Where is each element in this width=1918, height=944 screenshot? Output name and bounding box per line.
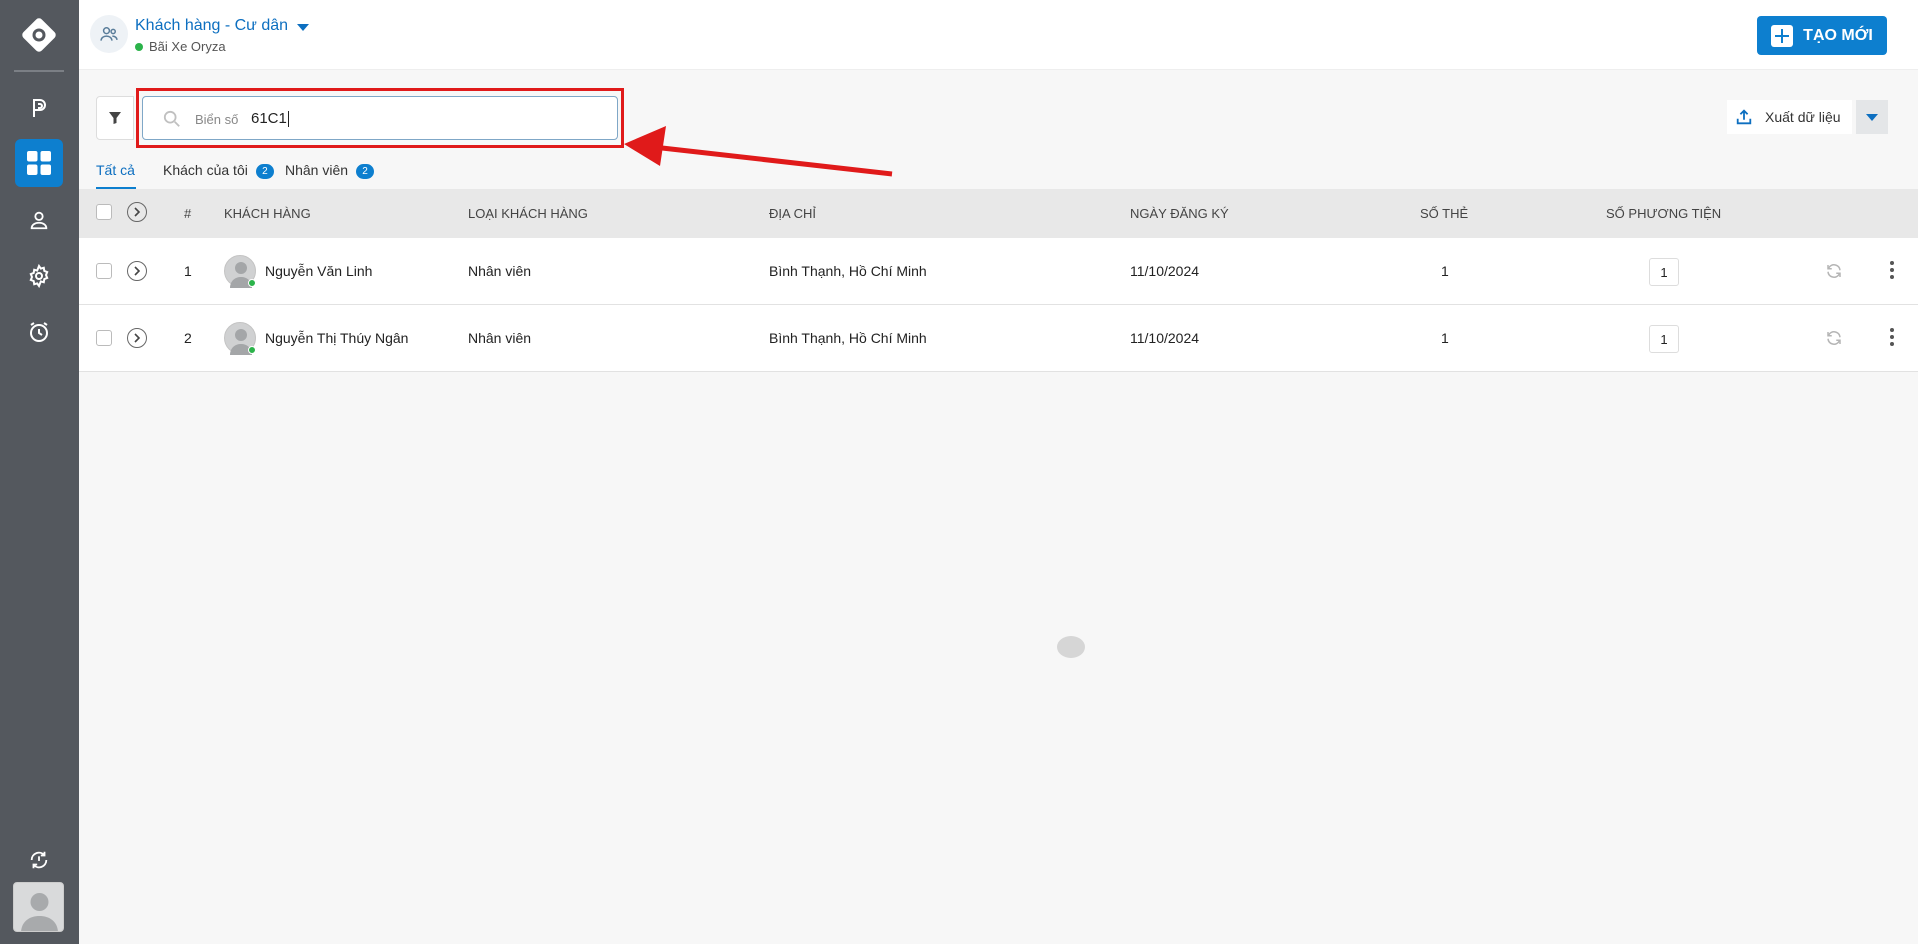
sidebar [0,0,79,944]
customer-name[interactable]: Nguyễn Thị Thúy Ngân [265,330,408,346]
column-header-register-date[interactable]: NGÀY ĐĂNG KÝ [1130,206,1229,221]
row-expand-button[interactable] [127,328,147,348]
column-header-customer-type[interactable]: LOẠI KHÁCH HÀNG [468,206,588,221]
export-data-button[interactable]: Xuất dữ liệu [1727,100,1852,134]
tab-employees[interactable]: Nhân viên 2 [285,160,385,190]
sidebar-item-history[interactable] [15,308,63,356]
sidebar-item-users[interactable] [15,196,63,244]
sidebar-item-sync[interactable] [15,836,63,884]
customer-type: Nhân viên [468,263,532,279]
caret-down-icon [1866,113,1878,121]
filter-icon [109,112,121,124]
tab-all[interactable]: Tất cả [96,160,136,190]
table-row[interactable]: 1 Nguyễn Văn Linh Nhân viên Bình Thạnh, … [79,238,1918,305]
expand-all-button[interactable] [127,202,147,222]
tab-my-customers[interactable]: Khách của tôi 2 [163,160,278,190]
upload-icon [1736,109,1752,125]
table-header: # KHÁCH HÀNG LOẠI KHÁCH HÀNG ĐỊA CHỈ NGÀ… [79,189,1918,238]
tab-all-label: Tất cả [96,162,135,178]
sidebar-item-dashboard[interactable] [15,139,63,187]
tab-count-badge: 2 [255,164,274,179]
plus-icon [1771,24,1794,47]
more-options-icon[interactable] [1889,260,1895,280]
row-expand-button[interactable] [127,261,147,281]
column-header-address[interactable]: ĐỊA CHỈ [769,206,816,221]
history-icon [30,322,48,342]
parking-icon [33,99,46,117]
main-content: Biển số 61C1 Xuất dữ liệu Tất cả Khách c… [79,70,1918,944]
customer-type: Nhân viên [468,330,532,346]
card-count: 1 [1441,330,1449,346]
chevron-right-icon [134,207,141,217]
table-row[interactable]: 2 Nguyễn Thị Thúy Ngân Nhân viên Bình Th… [79,305,1918,372]
tab-bar: Tất cả Khách của tôi 2 Nhân viên 2 [96,160,385,190]
user-icon [30,211,48,230]
more-options-icon[interactable] [1889,327,1895,347]
sidebar-divider [14,70,64,72]
vehicle-count[interactable]: 1 [1649,258,1679,286]
parking-lot-label: Bãi Xe Oryza [135,39,226,54]
filter-button[interactable] [96,96,134,140]
customer-address: Bình Thạnh, Hồ Chí Minh [769,330,927,346]
column-header-index: # [184,206,192,221]
user-avatar[interactable] [13,882,64,932]
tab-my-customers-label: Khách của tôi [163,162,248,178]
annotation-highlight-box [136,88,624,148]
customers-icon [90,15,128,53]
chevron-right-icon [134,266,141,276]
column-header-card-count[interactable]: SỐ THẺ [1420,206,1468,221]
row-index: 1 [184,263,192,279]
sidebar-item-parking[interactable] [15,84,63,132]
page-header: Khách hàng - Cư dân Bãi Xe Oryza TẠO MỚI [79,0,1918,70]
create-new-button[interactable]: TẠO MỚI [1757,16,1887,55]
register-date: 11/10/2024 [1130,263,1200,279]
vehicle-count[interactable]: 1 [1649,325,1679,353]
tab-count-badge: 2 [356,164,375,179]
customer-address: Bình Thạnh, Hồ Chí Minh [769,263,927,279]
customer-avatar [224,255,256,288]
page-title[interactable]: Khách hàng - Cư dân [135,17,288,35]
row-index: 2 [184,330,192,346]
online-status-icon [248,279,256,287]
tab-employees-label: Nhân viên [285,162,349,178]
select-all-checkbox[interactable] [96,204,112,220]
customer-avatar [224,322,256,355]
grid-icon [27,151,51,175]
gear-icon [29,264,49,288]
column-header-customer[interactable]: KHÁCH HÀNG [224,206,311,221]
loading-spinner [1057,636,1085,658]
export-data-label: Xuất dữ liệu [1765,109,1841,125]
status-dot-icon [135,42,143,51]
customers-table: # KHÁCH HÀNG LOẠI KHÁCH HÀNG ĐỊA CHỈ NGÀ… [79,189,1918,372]
sync-icon[interactable] [1825,262,1843,280]
sync-icon[interactable] [1825,329,1843,347]
sync-status-icon [30,851,48,869]
online-status-icon [248,346,256,354]
create-new-label: TẠO MỚI [1803,26,1873,44]
row-checkbox[interactable] [96,263,112,279]
parking-lot-name: Bãi Xe Oryza [149,39,226,54]
chevron-right-icon [134,333,141,343]
export-dropdown-button[interactable] [1856,100,1888,134]
customer-name[interactable]: Nguyễn Văn Linh [265,263,372,279]
card-count: 1 [1441,263,1449,279]
annotation-arrow-icon [624,126,893,177]
sidebar-item-settings[interactable] [15,252,63,300]
register-date: 11/10/2024 [1130,330,1200,346]
chevron-down-icon[interactable] [297,24,309,31]
column-header-vehicle-count[interactable]: SỐ PHƯƠNG TIỆN [1606,206,1721,221]
app-logo-icon[interactable] [20,16,58,54]
row-checkbox[interactable] [96,330,112,346]
